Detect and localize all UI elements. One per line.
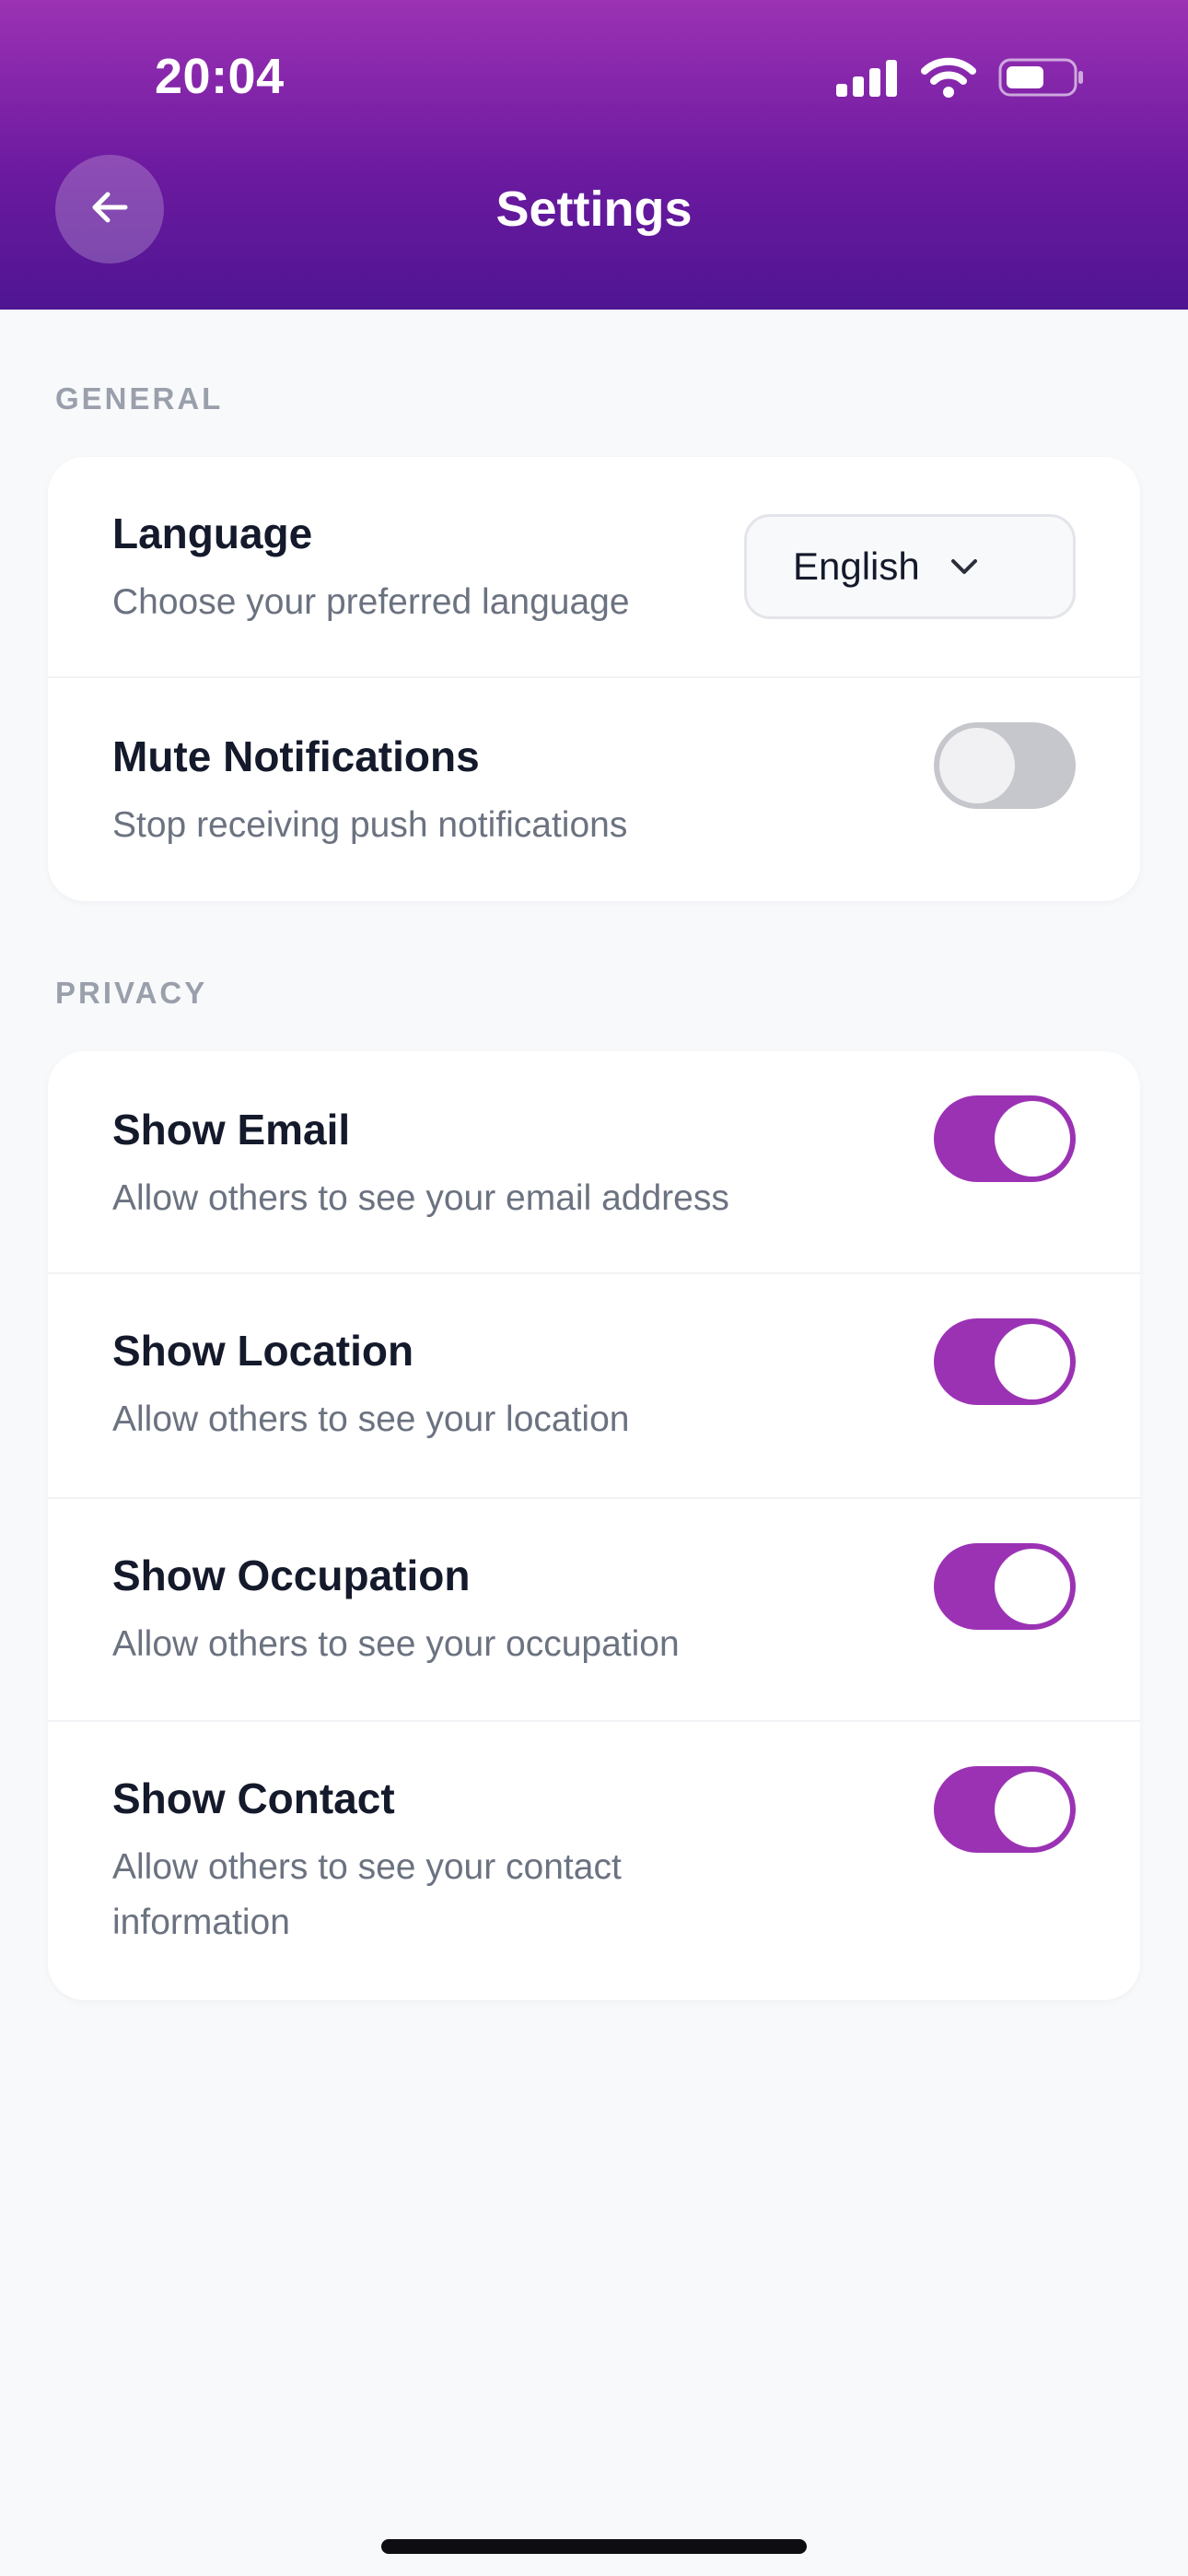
general-settings-card: Language Choose your preferred language … bbox=[48, 457, 1140, 901]
toggle-knob bbox=[995, 1772, 1070, 1847]
toggle-knob bbox=[939, 728, 1015, 803]
show-occupation-row: Show Occupation Allow others to see your… bbox=[48, 1499, 1140, 1722]
status-icons bbox=[836, 57, 1085, 98]
home-indicator bbox=[381, 2539, 807, 2554]
mute-notifications-description: Stop receiving push notifications bbox=[112, 805, 628, 845]
status-time: 20:04 bbox=[155, 49, 285, 104]
show-location-toggle[interactable] bbox=[934, 1318, 1076, 1405]
privacy-settings-card: Show Email Allow others to see your emai… bbox=[48, 1051, 1140, 2000]
toggle-knob bbox=[995, 1549, 1070, 1624]
language-select[interactable]: English bbox=[744, 514, 1076, 619]
section-label-general: GENERAL bbox=[55, 381, 224, 416]
show-occupation-title: Show Occupation bbox=[112, 1551, 471, 1599]
language-row: Language Choose your preferred language … bbox=[48, 457, 1140, 678]
mute-notifications-title: Mute Notifications bbox=[112, 732, 480, 780]
app-header: 20:04 Settings bbox=[0, 0, 1188, 310]
section-label-privacy: PRIVACY bbox=[55, 976, 208, 1010]
chevron-down-icon bbox=[948, 554, 981, 584]
battery-icon bbox=[998, 57, 1085, 98]
show-contact-description: Allow others to see your contact informa… bbox=[112, 1847, 622, 1942]
show-contact-title: Show Contact bbox=[112, 1774, 395, 1822]
show-contact-toggle[interactable] bbox=[934, 1766, 1076, 1853]
show-occupation-toggle[interactable] bbox=[934, 1543, 1076, 1630]
toggle-knob bbox=[995, 1101, 1070, 1177]
show-occupation-description: Allow others to see your occupation bbox=[112, 1624, 680, 1664]
mute-notifications-row: Mute Notifications Stop receiving push n… bbox=[48, 678, 1140, 901]
wifi-icon bbox=[921, 57, 976, 98]
page-title: Settings bbox=[495, 181, 693, 237]
show-location-title: Show Location bbox=[112, 1327, 414, 1375]
language-select-value: English bbox=[793, 544, 920, 588]
show-location-description: Allow others to see your location bbox=[112, 1399, 630, 1439]
language-title: Language bbox=[112, 509, 313, 557]
language-description: Choose your preferred language bbox=[112, 582, 630, 622]
show-email-toggle[interactable] bbox=[934, 1095, 1076, 1182]
cellular-signal-icon bbox=[836, 58, 899, 97]
show-email-title: Show Email bbox=[112, 1106, 351, 1153]
show-email-row: Show Email Allow others to see your emai… bbox=[48, 1051, 1140, 1274]
toggle-knob bbox=[995, 1324, 1070, 1399]
mute-notifications-toggle[interactable] bbox=[934, 722, 1076, 809]
show-contact-row: Show Contact Allow others to see your co… bbox=[48, 1722, 1140, 2000]
show-location-row: Show Location Allow others to see your l… bbox=[48, 1274, 1140, 1499]
show-email-description: Allow others to see your email address bbox=[112, 1178, 729, 1218]
